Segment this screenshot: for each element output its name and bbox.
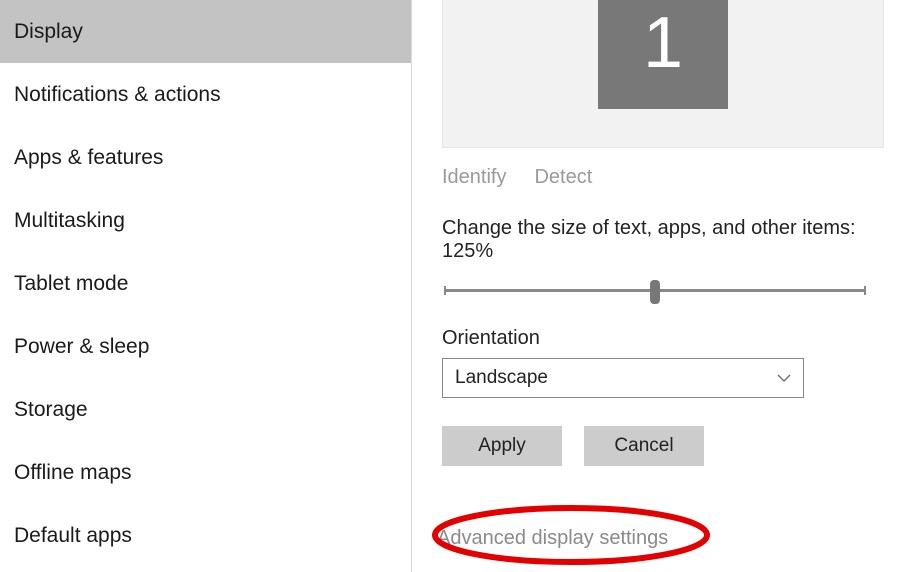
monitor-tile-1[interactable]: 1 — [598, 0, 728, 109]
sidebar-item-tablet-mode[interactable]: Tablet mode — [0, 252, 411, 315]
sidebar-item-power-sleep[interactable]: Power & sleep — [0, 315, 411, 378]
sidebar-item-label: Power & sleep — [14, 335, 149, 359]
sidebar-item-notifications[interactable]: Notifications & actions — [0, 63, 411, 126]
display-settings-panel: 1 Identify Detect Change the size of tex… — [412, 0, 900, 572]
sidebar-item-apps-features[interactable]: Apps & features — [0, 126, 411, 189]
sidebar-item-label: Apps & features — [14, 146, 163, 170]
slider-tick — [864, 286, 866, 295]
chevron-down-icon — [777, 367, 791, 389]
settings-sidebar: Display Notifications & actions Apps & f… — [0, 0, 412, 572]
sidebar-item-offline-maps[interactable]: Offline maps — [0, 441, 411, 504]
scale-label: Change the size of text, apps, and other… — [442, 217, 900, 263]
monitor-preview-area: 1 — [442, 0, 884, 148]
advanced-display-settings-link[interactable]: Advanced display settings — [437, 527, 668, 549]
slider-tick — [444, 286, 446, 295]
sidebar-item-default-apps[interactable]: Default apps — [0, 504, 411, 567]
sidebar-item-label: Display — [14, 20, 83, 44]
apply-cancel-row: Apply Cancel — [442, 426, 900, 466]
detect-link[interactable]: Detect — [534, 166, 592, 189]
orientation-value: Landscape — [455, 367, 548, 389]
orientation-label: Orientation — [442, 327, 900, 350]
sidebar-item-label: Offline maps — [14, 461, 132, 485]
sidebar-item-label: Tablet mode — [14, 272, 128, 296]
orientation-dropdown[interactable]: Landscape — [442, 358, 804, 398]
sidebar-item-label: Storage — [14, 398, 88, 422]
scale-slider[interactable] — [442, 277, 868, 305]
apply-button[interactable]: Apply — [442, 426, 562, 466]
sidebar-item-storage[interactable]: Storage — [0, 378, 411, 441]
monitor-number: 1 — [643, 2, 683, 84]
sidebar-item-label: Multitasking — [14, 209, 125, 233]
sidebar-item-display[interactable]: Display — [0, 0, 411, 63]
cancel-button[interactable]: Cancel — [584, 426, 704, 466]
sidebar-item-multitasking[interactable]: Multitasking — [0, 189, 411, 252]
settings-window: Display Notifications & actions Apps & f… — [0, 0, 900, 572]
monitor-preview-links: Identify Detect — [442, 166, 900, 189]
sidebar-item-label: Default apps — [14, 524, 132, 548]
identify-link[interactable]: Identify — [442, 166, 506, 189]
sidebar-item-label: Notifications & actions — [14, 83, 221, 107]
slider-thumb[interactable] — [650, 280, 660, 304]
